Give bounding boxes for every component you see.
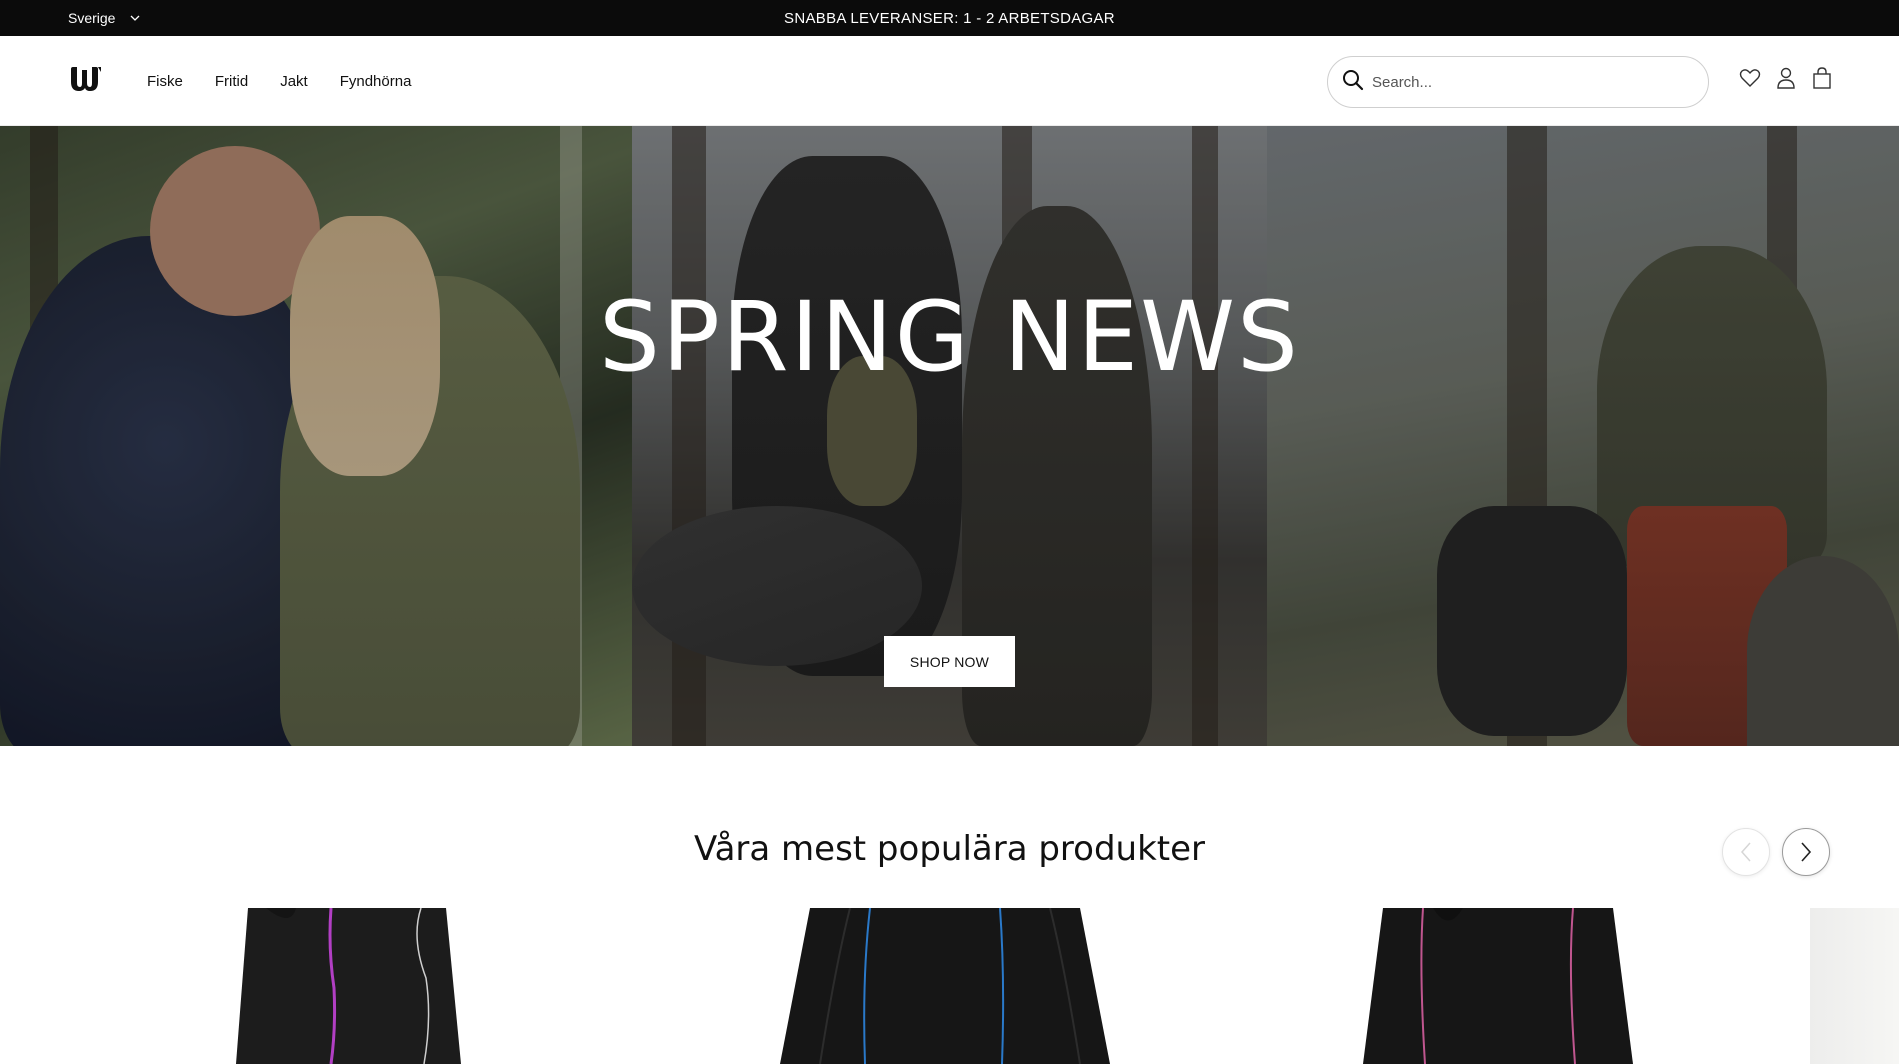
- chevron-right-icon: [1801, 842, 1812, 862]
- header-actions: [1739, 66, 1833, 90]
- search-input[interactable]: [1372, 73, 1672, 91]
- section-title: Våra mest populära produkter: [693, 829, 1206, 869]
- hero-title: SPRING NEWS: [599, 281, 1300, 393]
- brand-logo[interactable]: [70, 66, 102, 92]
- search-box[interactable]: [1327, 56, 1709, 108]
- product-card[interactable]: [236, 908, 461, 1064]
- product-image: [236, 908, 461, 1064]
- carousel-prev-button[interactable]: [1722, 828, 1770, 876]
- carousel-next-button[interactable]: [1782, 828, 1830, 876]
- product-image: [1363, 908, 1633, 1064]
- hero-banner: SPRING NEWS SHOP NOW: [0, 126, 1899, 746]
- shop-now-button[interactable]: SHOP NOW: [884, 636, 1015, 687]
- heart-icon[interactable]: [1739, 66, 1761, 90]
- main-nav: Fiske Fritid Jakt Fyndhörna: [147, 36, 411, 126]
- search-icon: [1342, 69, 1364, 96]
- announcement-text: SNABBA LEVERANSER: 1 - 2 ARBETSDAGAR: [784, 9, 1115, 27]
- announcement-bar: Sverige SNABBA LEVERANSER: 1 - 2 ARBETSD…: [0, 0, 1899, 36]
- bag-icon[interactable]: [1811, 66, 1833, 90]
- nav-item-fiske[interactable]: Fiske: [147, 73, 183, 90]
- product-carousel: [0, 908, 1899, 1064]
- user-icon[interactable]: [1775, 66, 1797, 90]
- product-card[interactable]: [780, 908, 1110, 1064]
- product-image: [780, 908, 1110, 1064]
- nav-item-jakt[interactable]: Jakt: [280, 73, 308, 90]
- site-header: Fiske Fritid Jakt Fyndhörna: [0, 36, 1899, 126]
- nav-item-fritid[interactable]: Fritid: [215, 73, 248, 90]
- product-card-partial[interactable]: [1810, 908, 1899, 1064]
- chevron-left-icon: [1740, 842, 1751, 862]
- nav-item-fyndhorna[interactable]: Fyndhörna: [340, 73, 412, 90]
- product-card[interactable]: [1363, 908, 1633, 1064]
